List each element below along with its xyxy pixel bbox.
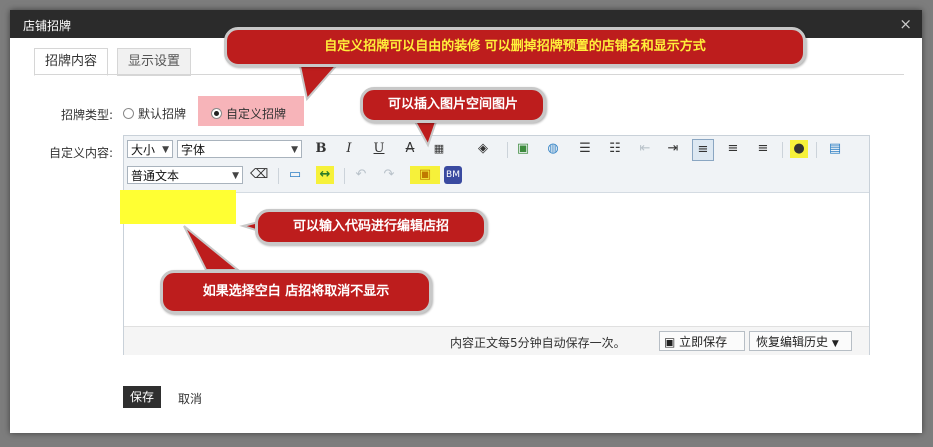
- tab-divider: [34, 74, 904, 75]
- callout-custom-sign: 自定义招牌可以自由的装修 可以删掉招牌预置的店铺名和显示方式: [224, 27, 806, 67]
- strikethrough-icon[interactable]: A: [401, 140, 419, 158]
- chevron-down-icon: ▼: [831, 339, 839, 349]
- tab-sign-content[interactable]: 招牌内容: [34, 48, 109, 76]
- callout-image-space: 可以插入图片空间图片: [360, 87, 546, 123]
- rich-text-editor: 大小 ▼ 字体 ▼ B I U A ▦ ◈ ▣ ◍ ☰ ☷ ⇤ ⇥ ≡ ≡ ≡ ● …: [123, 135, 870, 355]
- autosave-message: 内容正文每5分钟自动保存一次。: [450, 336, 626, 350]
- chevron-down-icon: ▼: [291, 145, 298, 155]
- font-family-value: 字体: [181, 143, 206, 157]
- emoticon-icon[interactable]: ●: [790, 140, 808, 158]
- font-size-value: 大小: [131, 143, 156, 157]
- save-button[interactable]: 保存: [123, 386, 161, 408]
- custom-content-label: 自定义内容:: [49, 146, 114, 160]
- font-size-select[interactable]: 大小 ▼: [127, 140, 173, 158]
- close-icon[interactable]: ×: [899, 15, 912, 33]
- tab-display-settings[interactable]: 显示设置: [117, 48, 192, 76]
- dialog-title: 店铺招牌: [23, 19, 72, 33]
- restore-history-label: 恢复编辑历史: [756, 335, 829, 349]
- numbered-list-icon[interactable]: ☷: [606, 140, 624, 158]
- redo-icon[interactable]: ↷: [380, 166, 398, 184]
- italic-icon[interactable]: I: [340, 140, 358, 158]
- restore-history-button[interactable]: 恢复编辑历史 ▼: [749, 331, 852, 351]
- format-value: 普通文本: [131, 169, 180, 183]
- image-icon[interactable]: ▣: [514, 140, 532, 158]
- source-code-icon[interactable]: ↔: [316, 166, 334, 184]
- media-icon[interactable]: ▭: [286, 166, 304, 184]
- sign-type-label: 招牌类型:: [61, 108, 114, 122]
- toolbar-separator: [278, 168, 279, 184]
- toolbar-separator: [816, 142, 817, 158]
- editor-toolbar: 大小 ▼ 字体 ▼ B I U A ▦ ◈ ▣ ◍ ☰ ☷ ⇤ ⇥ ≡ ≡ ≡ ● …: [124, 136, 869, 193]
- blank-sign-marker: [120, 190, 236, 224]
- bold-icon[interactable]: B: [312, 140, 330, 158]
- align-center-icon[interactable]: ≡: [724, 140, 742, 158]
- radio-custom-label: 自定义招牌: [226, 107, 287, 121]
- underline-icon[interactable]: U: [370, 140, 388, 158]
- editor-statusbar: 内容正文每5分钟自动保存一次。 ▣ 立即保存 恢复编辑历史 ▼: [124, 326, 869, 355]
- cancel-link[interactable]: 取消: [178, 390, 202, 407]
- fill-color-icon[interactable]: ◈: [474, 140, 492, 158]
- save-now-button[interactable]: ▣ 立即保存: [659, 331, 745, 351]
- radio-custom-sign[interactable]: 自定义招牌: [211, 105, 286, 122]
- bullet-list-icon[interactable]: ☰: [576, 140, 594, 158]
- font-family-select[interactable]: 字体 ▼: [177, 140, 302, 158]
- callout-blank-sign: 如果选择空白 店招将取消不显示: [160, 270, 432, 314]
- toolbar-separator: [782, 142, 783, 158]
- toolbar-separator: [507, 142, 508, 158]
- save-now-label: 立即保存: [679, 335, 728, 349]
- align-right-icon[interactable]: ≡: [754, 140, 772, 158]
- radio-default-label: 默认招牌: [138, 107, 187, 121]
- floppy-icon: ▣: [664, 335, 676, 349]
- format-select[interactable]: 普通文本 ▼: [127, 166, 243, 184]
- toolbar-separator: [344, 168, 345, 184]
- image-space-icon[interactable]: ▣: [410, 166, 440, 184]
- outdent-icon[interactable]: ⇤: [636, 140, 654, 158]
- chevron-down-icon: ▼: [162, 145, 169, 155]
- bm-icon[interactable]: BM: [444, 166, 462, 184]
- clear-format-icon[interactable]: ⌫: [250, 166, 268, 184]
- indent-icon[interactable]: ⇥: [664, 140, 682, 158]
- globe-icon[interactable]: ◍: [544, 140, 562, 158]
- table-icon[interactable]: ▤: [826, 140, 844, 158]
- radio-default-indicator[interactable]: [123, 108, 134, 119]
- align-left-icon[interactable]: ≡: [692, 139, 714, 161]
- radio-default-sign[interactable]: 默认招牌: [123, 105, 186, 122]
- callout-code-input: 可以输入代码进行编辑店招: [255, 209, 487, 245]
- undo-icon[interactable]: ↶: [352, 166, 370, 184]
- chevron-down-icon: ▼: [232, 171, 239, 181]
- radio-custom-indicator[interactable]: [211, 108, 222, 119]
- text-color-icon[interactable]: ▦: [430, 140, 448, 158]
